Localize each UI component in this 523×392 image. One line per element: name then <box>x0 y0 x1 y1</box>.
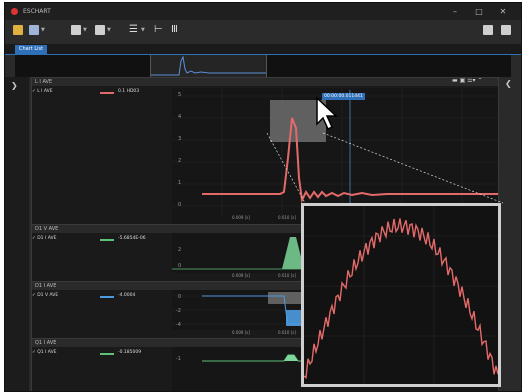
zoom-waveform <box>304 218 498 379</box>
mouse-pointer-icon <box>316 96 338 131</box>
zoom-inset <box>301 203 501 387</box>
zoom-inset-plot <box>304 206 498 384</box>
